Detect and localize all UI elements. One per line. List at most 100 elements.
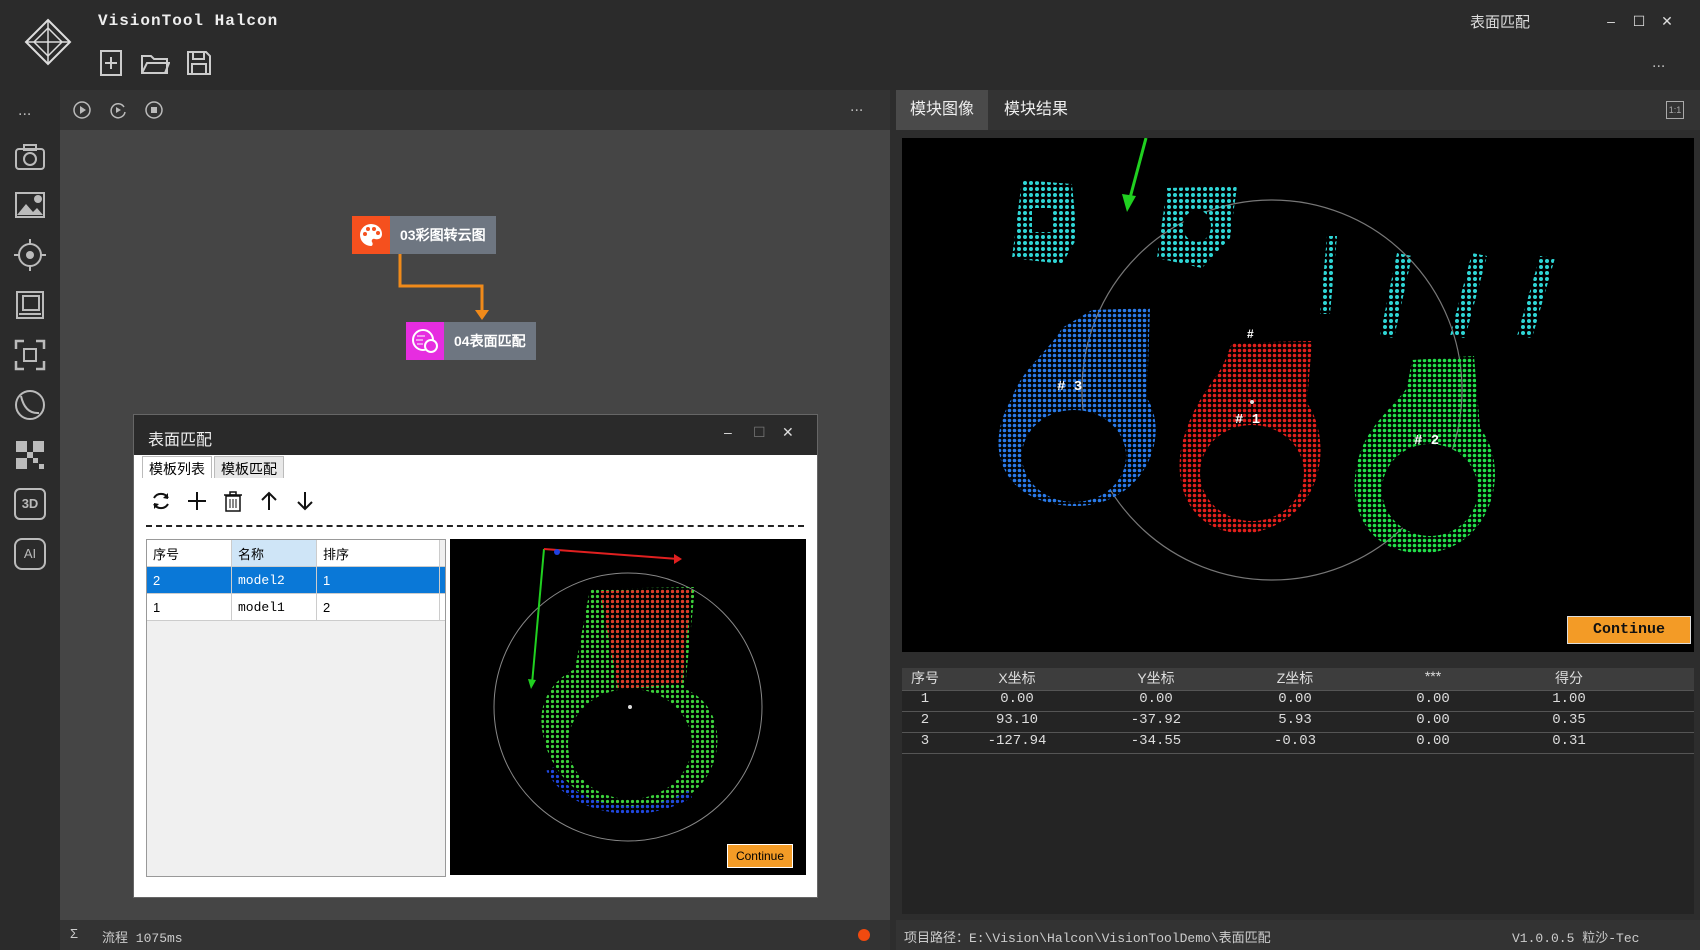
module-title: 表面匹配 bbox=[1470, 14, 1531, 31]
cell: -37.92 bbox=[1130, 712, 1182, 728]
target-icon[interactable] bbox=[13, 238, 47, 272]
flow-connector bbox=[398, 254, 489, 320]
stop-icon[interactable] bbox=[144, 100, 164, 120]
maximize-button[interactable]: ☐ bbox=[1628, 10, 1650, 32]
flow-node-03[interactable]: 03彩图转云图 bbox=[352, 216, 496, 254]
column-header[interactable]: Y坐标 bbox=[1086, 668, 1226, 690]
node-label: 03彩图转云图 bbox=[390, 216, 496, 254]
cell: 3 bbox=[920, 733, 930, 749]
flow-more-button[interactable]: ... bbox=[850, 98, 863, 116]
dialog-title: 表面匹配 bbox=[148, 432, 213, 449]
template-preview[interactable]: Continue bbox=[450, 539, 806, 875]
cell: 93.10 bbox=[995, 712, 1038, 728]
move-up-icon[interactable] bbox=[258, 490, 280, 512]
dialog-maximize-button[interactable]: ☐ bbox=[753, 424, 766, 441]
dialog-title-bar: 表面匹配 – ☐ ✕ bbox=[134, 415, 817, 455]
title-bar: VisionTool Halcon 表面匹配 – ☐ ✕ ... bbox=[0, 0, 1700, 90]
new-file-icon[interactable] bbox=[96, 48, 126, 78]
tab-module-result[interactable]: 模块结果 bbox=[990, 90, 1082, 130]
table-row[interactable]: 1 0.00 0.00 0.00 0.00 1.00 bbox=[902, 691, 1694, 712]
flow-node-04[interactable]: 04表面匹配 bbox=[406, 322, 536, 360]
match-label: # 1 bbox=[1235, 412, 1260, 428]
continue-button[interactable]: Continue bbox=[1567, 616, 1691, 644]
cell: 0.00 bbox=[1278, 691, 1312, 707]
dialog-minimize-button[interactable]: – bbox=[724, 424, 732, 440]
result-table[interactable]: 序号 X坐标 Y坐标 Z坐标 *** 得分 1 0.00 0.00 0.00 0… bbox=[902, 668, 1694, 914]
open-folder-icon[interactable] bbox=[140, 48, 170, 78]
cell: 2 bbox=[317, 594, 440, 620]
column-header[interactable]: X坐标 bbox=[948, 668, 1086, 690]
result-image-view[interactable]: # 3 # 1 # 2 # Continue bbox=[902, 137, 1694, 652]
cell: 2 bbox=[147, 567, 232, 593]
qr-code-icon[interactable] bbox=[13, 438, 47, 472]
more-menu-button[interactable]: ... bbox=[1652, 54, 1665, 72]
chart-curve-icon[interactable] bbox=[13, 388, 47, 422]
tab-template-list[interactable]: 模板列表 bbox=[142, 456, 212, 478]
surface-match-icon bbox=[406, 322, 444, 360]
version-label: V1.0.0.5 粒沙-Tec bbox=[1512, 931, 1640, 946]
table-row[interactable]: 2 model2 1 bbox=[147, 567, 445, 594]
cell: 1 bbox=[147, 594, 232, 620]
dialog-tabs: 模板列表 模板匹配 bbox=[142, 456, 284, 478]
close-button[interactable]: ✕ bbox=[1656, 10, 1678, 32]
cell: 0.00 bbox=[1139, 691, 1173, 707]
template-point-cloud bbox=[493, 548, 763, 842]
cell: 0.35 bbox=[1552, 712, 1586, 728]
column-header[interactable]: *** bbox=[1364, 668, 1502, 690]
node-label: 04表面匹配 bbox=[444, 322, 536, 360]
svg-text:#: # bbox=[1247, 327, 1254, 341]
column-header[interactable]: 序号 bbox=[902, 668, 948, 690]
table-row[interactable]: 2 93.10 -37.92 5.93 0.00 0.35 bbox=[902, 712, 1694, 733]
template-table[interactable]: 序号 名称 排序 2 model2 1 1 model1 2 bbox=[146, 539, 446, 877]
image-settings-icon[interactable] bbox=[13, 188, 47, 222]
match-label: # 2 bbox=[1414, 433, 1439, 449]
match-label: # 3 bbox=[1057, 379, 1082, 395]
column-header[interactable]: 得分 bbox=[1502, 668, 1636, 690]
cell: 0.00 bbox=[1416, 733, 1450, 749]
tab-module-image[interactable]: 模块图像 bbox=[896, 90, 989, 130]
app-logo-icon bbox=[24, 18, 72, 66]
sidebar-more-button[interactable]: ... bbox=[18, 102, 31, 120]
3d-icon[interactable]: 3D bbox=[14, 488, 46, 520]
cell: 0.00 bbox=[1000, 691, 1034, 707]
minimize-button[interactable]: – bbox=[1600, 10, 1622, 32]
cell: 5.93 bbox=[1278, 712, 1312, 728]
dialog-close-button[interactable]: ✕ bbox=[782, 424, 794, 441]
sigma-icon: Σ bbox=[70, 926, 79, 941]
column-header[interactable]: 排序 bbox=[317, 540, 440, 566]
flow-time: 流程 1075ms bbox=[102, 931, 183, 946]
run-icon[interactable] bbox=[72, 100, 92, 120]
layers-icon[interactable] bbox=[13, 288, 47, 322]
cell: 2 bbox=[920, 712, 930, 728]
save-icon[interactable] bbox=[184, 48, 214, 78]
cell: model1 bbox=[232, 594, 317, 620]
column-header[interactable]: 名称 bbox=[232, 540, 317, 566]
move-down-icon[interactable] bbox=[294, 490, 316, 512]
refresh-icon[interactable] bbox=[150, 490, 172, 512]
cell: 0.00 bbox=[1416, 712, 1450, 728]
project-status-bar: 项目路径：E:\Vision\Halcon\VisionToolDemo\表面匹… bbox=[896, 920, 1700, 950]
right-panel: 模块图像 模块结果 1:1 # 3 # 1 # 2 # Continue 序号 … bbox=[896, 90, 1700, 950]
cell: -0.03 bbox=[1273, 733, 1316, 749]
camera-icon[interactable] bbox=[13, 140, 47, 174]
table-row[interactable]: 1 model1 2 bbox=[147, 594, 445, 621]
table-row[interactable]: 3 -127.94 -34.55 -0.03 0.00 0.31 bbox=[902, 733, 1694, 754]
loop-run-icon[interactable] bbox=[108, 100, 128, 120]
delete-icon[interactable] bbox=[222, 490, 244, 512]
flow-toolbar: ... bbox=[60, 90, 890, 130]
table-header: 序号 名称 排序 bbox=[147, 540, 445, 567]
continue-button[interactable]: Continue bbox=[727, 844, 793, 868]
cell: -34.55 bbox=[1130, 733, 1182, 749]
flow-status-bar: Σ 流程 1075ms bbox=[60, 920, 890, 950]
column-header[interactable]: 序号 bbox=[147, 540, 232, 566]
ai-icon[interactable]: AI bbox=[14, 538, 46, 570]
zoom-1-1-button[interactable]: 1:1 bbox=[1666, 101, 1684, 119]
tab-template-match[interactable]: 模板匹配 bbox=[214, 456, 284, 478]
add-icon[interactable] bbox=[186, 490, 208, 512]
table-header: 序号 X坐标 Y坐标 Z坐标 *** 得分 bbox=[902, 668, 1694, 691]
roi-icon[interactable] bbox=[13, 338, 47, 372]
cell: model2 bbox=[232, 567, 317, 593]
dialog-toolbar bbox=[150, 490, 316, 512]
scene-point-cloud: # 3 # 1 # 2 # bbox=[998, 137, 1555, 581]
column-header[interactable]: Z坐标 bbox=[1226, 668, 1364, 690]
